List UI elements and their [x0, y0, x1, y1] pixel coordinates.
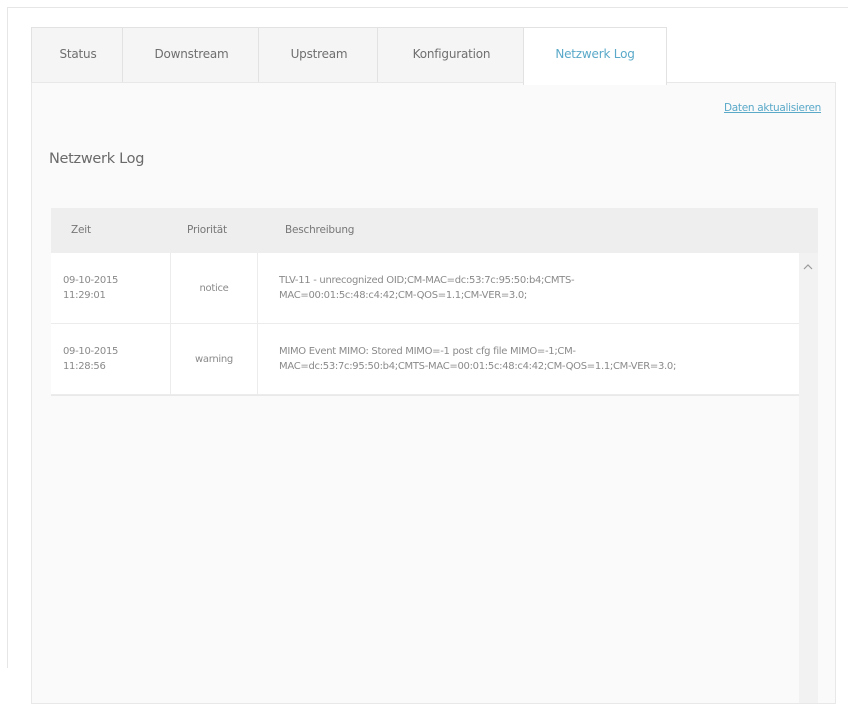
- tab-netzwerk-log[interactable]: Netzwerk Log: [523, 27, 667, 85]
- priority-cell: warning: [171, 324, 258, 394]
- tab-upstream[interactable]: Upstream: [258, 27, 380, 82]
- header-priority: Priorität: [187, 224, 227, 236]
- priority-cell: notice: [171, 253, 258, 323]
- header-description: Beschreibung: [285, 224, 355, 236]
- header-time: Zeit: [71, 224, 91, 236]
- description-line: TLV-11 - unrecognized OID;CM-MAC=dc:53:7…: [279, 275, 575, 286]
- table-row: 09-10-2015 11:28:56 warning MIMO Event M…: [51, 324, 799, 395]
- log-table-body: 09-10-2015 11:29:01 notice TLV-11 - unre…: [51, 253, 799, 396]
- description-line: MAC=dc:53:7c:95:50:b4;CMTS-MAC=00:01:5c:…: [279, 361, 677, 372]
- table-row: 09-10-2015 11:29:01 notice TLV-11 - unre…: [51, 253, 799, 324]
- log-time: 11:29:01: [63, 290, 106, 301]
- refresh-data-link[interactable]: Daten aktualisieren: [724, 102, 821, 114]
- description-cell: MIMO Event MIMO: Stored MIMO=-1 post cfg…: [257, 324, 799, 394]
- log-time: 11:28:56: [63, 361, 106, 372]
- description-cell: TLV-11 - unrecognized OID;CM-MAC=dc:53:7…: [257, 253, 799, 323]
- chevron-up-icon[interactable]: [802, 261, 814, 273]
- description-line: MIMO Event MIMO: Stored MIMO=-1 post cfg…: [279, 346, 576, 357]
- tab-konfiguration[interactable]: Konfiguration: [377, 27, 526, 82]
- tab-downstream[interactable]: Downstream: [122, 27, 261, 82]
- time-cell: 09-10-2015 11:29:01: [51, 253, 171, 323]
- time-cell: 09-10-2015 11:28:56: [51, 324, 171, 394]
- description-line: MAC=00:01:5c:48:c4:42;CM-QOS=1.1;CM-VER=…: [279, 290, 528, 301]
- tab-status[interactable]: Status: [31, 27, 125, 82]
- log-date: 09-10-2015: [63, 275, 119, 286]
- log-date: 09-10-2015: [63, 346, 119, 357]
- log-scrollbar[interactable]: [799, 253, 818, 703]
- section-title: Netzwerk Log: [49, 151, 145, 167]
- log-table-header: Zeit Priorität Beschreibung: [51, 208, 818, 253]
- netzwerk-log-panel: Daten aktualisieren Netzwerk Log Zeit Pr…: [31, 82, 836, 704]
